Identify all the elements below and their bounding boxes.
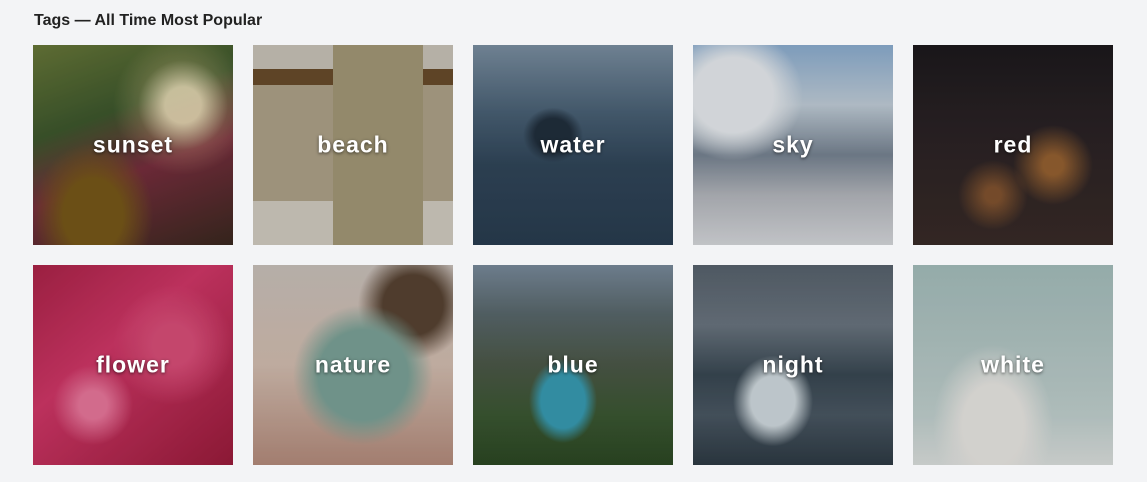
tag-tile-blue[interactable]: blue: [473, 265, 673, 465]
page-title: Tags — All Time Most Popular: [34, 12, 263, 29]
tag-tile-sunset[interactable]: sunset: [33, 45, 233, 245]
tag-label: water: [540, 131, 606, 158]
tag-label: blue: [547, 351, 599, 378]
tag-tile-red[interactable]: red: [913, 45, 1113, 245]
tag-tile-water[interactable]: water: [473, 45, 673, 245]
tag-label: night: [762, 351, 824, 378]
tag-tile-nature[interactable]: nature: [253, 265, 453, 465]
tag-label: nature: [314, 351, 392, 378]
tag-label: flower: [96, 351, 170, 378]
tag-grid: sunset beach water sky red flower nature…: [33, 45, 1113, 465]
tag-tile-flower[interactable]: flower: [33, 265, 233, 465]
tag-tile-white[interactable]: white: [913, 265, 1113, 465]
tag-label: sunset: [92, 131, 174, 158]
tag-tile-night[interactable]: night: [693, 265, 893, 465]
tag-label: red: [993, 131, 1033, 158]
tag-tile-sky[interactable]: sky: [693, 45, 893, 245]
tag-label: white: [981, 351, 1045, 378]
tag-label: sky: [772, 131, 814, 158]
tag-label: beach: [317, 131, 389, 158]
tag-tile-beach[interactable]: beach: [253, 45, 453, 245]
